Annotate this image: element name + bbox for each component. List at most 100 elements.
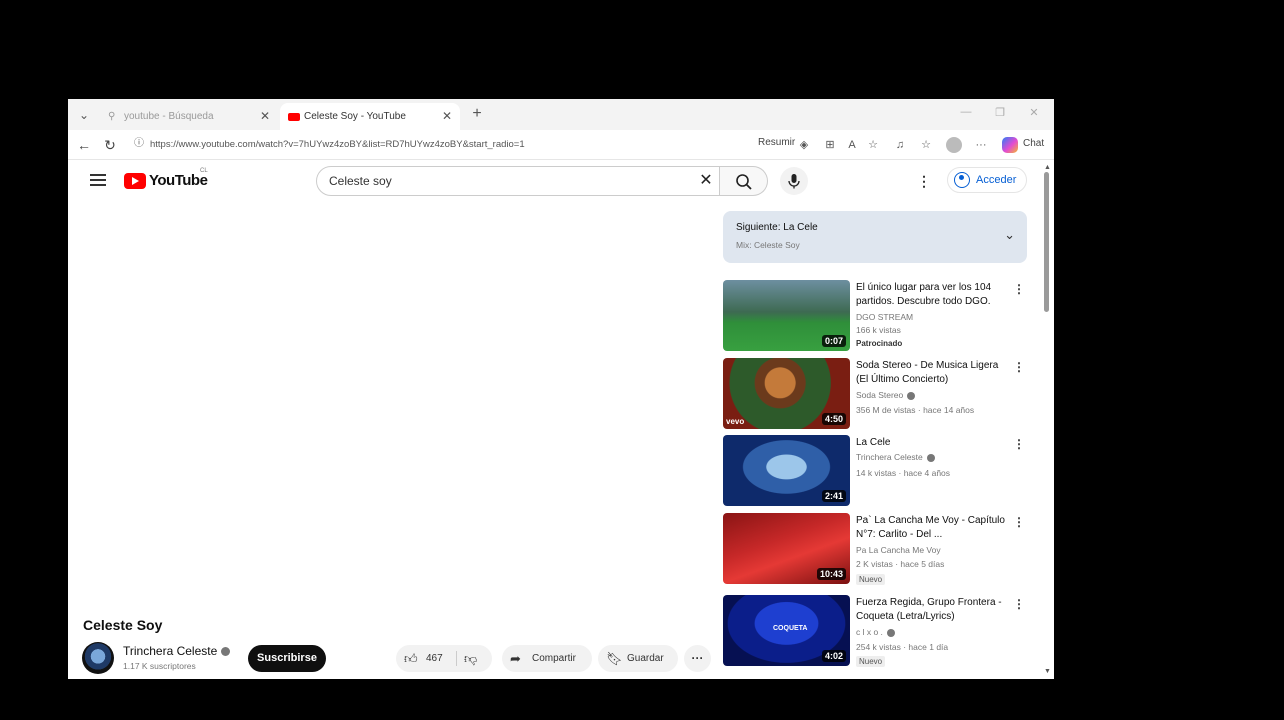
channel-name-text[interactable]: Trinchera Celeste	[856, 452, 923, 462]
close-icon[interactable]: ✕	[442, 103, 452, 130]
chat-button[interactable]: Chat	[1023, 138, 1044, 149]
window-close-icon[interactable]: ✕	[1026, 106, 1042, 119]
clear-search-icon[interactable]: ✕	[697, 172, 715, 190]
item-menu-icon[interactable]: ⋮	[1013, 515, 1025, 529]
duration-badge: 4:50	[821, 413, 846, 425]
video-thumbnail[interactable]: 10:43	[723, 513, 850, 584]
save-button[interactable]: 🔖︎ Guardar	[598, 645, 678, 672]
scroll-down-icon[interactable]: ▼	[1044, 668, 1051, 675]
share-button[interactable]: ➦ Compartir	[502, 645, 592, 672]
video-thumbnail[interactable]: 0:07	[723, 280, 850, 351]
recommendation-meta: 356 M de vistas · hace 14 años	[856, 405, 975, 415]
tab-actions-icon[interactable]: ⌄	[76, 107, 92, 123]
verified-badge-icon	[886, 628, 895, 637]
recommendation-meta: 254 k vistas · hace 1 día	[856, 642, 949, 652]
page-scrollbar[interactable]: ▲ ▼	[1040, 160, 1054, 679]
vevo-watermark: vevo	[726, 417, 745, 426]
dislike-icon[interactable]: 👎︎	[464, 645, 477, 672]
video-thumbnail[interactable]: 2:41	[723, 435, 850, 506]
recommendation-title[interactable]: La Cele	[856, 436, 1006, 450]
search-query[interactable]: Celeste soy	[329, 167, 392, 195]
back-button[interactable]: ←	[75, 136, 93, 154]
thumbnail-caption: COQUETA	[773, 625, 808, 632]
close-icon[interactable]: ✕	[260, 103, 270, 130]
voice-search-button[interactable]	[780, 167, 808, 195]
share-label: Compartir	[532, 653, 576, 664]
recommendation-meta: 2 K vistas · hace 5 días	[856, 559, 945, 569]
recommendation-meta: 166 k vistas	[856, 325, 901, 335]
tab-title: youtube - Búsqueda	[124, 111, 214, 122]
scroll-thumb[interactable]	[1044, 172, 1049, 312]
new-badge: Nuevo	[856, 574, 886, 585]
search-input[interactable]: Celeste soy ✕	[316, 166, 720, 196]
restore-icon[interactable]: ❐	[992, 106, 1008, 119]
item-menu-icon[interactable]: ⋮	[1013, 597, 1025, 611]
recommendation-item[interactable]: vevo 4:50 Soda Stereo - De Musica Ligera…	[723, 358, 1027, 430]
channel-name-text[interactable]: Soda Stereo	[856, 390, 903, 400]
extensions-icon[interactable]: ♫	[892, 137, 908, 153]
new-tab-button[interactable]: +	[468, 105, 486, 123]
recommendation-channel[interactable]: Trinchera Celeste	[856, 452, 935, 462]
up-next-title: Siguiente: La Cele	[736, 222, 818, 233]
summarize-icon[interactable]: ◈	[796, 137, 812, 153]
youtube-logo[interactable]: YouTube CL	[124, 168, 214, 191]
tab-strip: ⌄ ⚲ youtube - Búsqueda ✕ Celeste Soy - Y…	[68, 99, 1054, 130]
item-menu-icon[interactable]: ⋮	[1013, 437, 1025, 451]
duration-badge: 2:41	[821, 490, 846, 502]
channel-avatar[interactable]	[82, 642, 114, 674]
search-icon: ⚲	[108, 111, 116, 122]
sign-in-button[interactable]: Acceder	[947, 167, 1027, 193]
channel-name[interactable]: Trinchera Celeste	[123, 644, 231, 658]
channel-name-text[interactable]: Trinchera Celeste	[123, 644, 217, 658]
scroll-up-icon[interactable]: ▲	[1044, 164, 1051, 171]
recommendation-item[interactable]: 2:41 La Cele Trinchera Celeste 14 k vist…	[723, 435, 1027, 507]
recommendation-title[interactable]: Soda Stereo - De Musica Ligera (El Últim…	[856, 359, 1006, 387]
copilot-icon[interactable]	[1002, 137, 1018, 153]
recommendation-channel[interactable]: Pa La Cancha Me Voy	[856, 545, 941, 555]
recommendation-title[interactable]: Fuerza Regida, Grupo Frontera - Coqueta …	[856, 596, 1006, 624]
duration-badge: 0:07	[821, 335, 846, 347]
item-menu-icon[interactable]: ⋮	[1013, 360, 1025, 374]
recommendation-channel[interactable]: DGO STREAM	[856, 312, 913, 322]
reload-button[interactable]: ↻	[101, 136, 119, 154]
subscribe-button[interactable]: Suscribirse	[248, 645, 326, 672]
bookmark-icon: 🔖︎	[606, 651, 623, 666]
chevron-down-icon[interactable]: ⌄	[1004, 227, 1015, 243]
site-info-icon[interactable]: ⓘ	[132, 137, 146, 151]
favorite-star-icon[interactable]: ☆	[865, 137, 881, 153]
more-options-icon[interactable]: ···	[973, 137, 989, 153]
more-actions-button[interactable]: ···	[684, 645, 711, 672]
menu-icon[interactable]	[90, 171, 106, 187]
profile-avatar[interactable]	[946, 137, 962, 153]
resumir-button[interactable]: Resumir	[758, 137, 795, 148]
app-available-icon[interactable]: ⊞	[822, 137, 838, 153]
settings-kebab-icon[interactable]: ⋮	[916, 171, 932, 191]
like-icon[interactable]: 👍︎	[404, 645, 418, 672]
recommendation-title[interactable]: Pa` La Cancha Me Voy - Capítulo N°7: Car…	[856, 514, 1006, 542]
up-next-panel[interactable]: Siguiente: La Cele Mix: Celeste Soy ⌄	[723, 211, 1027, 263]
verified-badge-icon	[907, 391, 916, 400]
channel-name-text[interactable]: c l x o .	[856, 627, 883, 637]
like-dislike-group: 👍︎ 467 👎︎	[396, 645, 492, 672]
video-thumbnail[interactable]: vevo 4:50	[723, 358, 850, 429]
address-bar[interactable]: ⓘ https://www.youtube.com/watch?v=7hUYwz…	[126, 133, 746, 157]
minimize-icon[interactable]: —	[958, 106, 974, 118]
tab-youtube-search[interactable]: ⚲ youtube - Búsqueda ✕	[100, 103, 278, 130]
address-bar-row: ← ↻ ⓘ https://www.youtube.com/watch?v=7h…	[68, 130, 1054, 160]
video-thumbnail[interactable]: COQUETA 4:02	[723, 595, 850, 666]
recommendation-item[interactable]: 0:07 El único lugar para ver los 104 par…	[723, 280, 1027, 352]
search-button[interactable]	[720, 166, 768, 196]
read-aloud-icon[interactable]: A	[844, 137, 860, 153]
recommendation-item[interactable]: 10:43 Pa` La Cancha Me Voy - Capítulo N°…	[723, 513, 1027, 585]
recommendation-title[interactable]: El único lugar para ver los 104 partidos…	[856, 281, 1006, 309]
like-count[interactable]: 467	[426, 645, 443, 672]
url-text[interactable]: https://www.youtube.com/watch?v=7hUYwz4z…	[150, 133, 525, 157]
recommendation-item[interactable]: COQUETA 4:02 Fuerza Regida, Grupo Fronte…	[723, 595, 1027, 667]
favorites-icon[interactable]: ☆	[918, 137, 934, 153]
recommendation-channel[interactable]: Soda Stereo	[856, 390, 916, 400]
sign-in-label: Acceder	[976, 174, 1017, 186]
item-menu-icon[interactable]: ⋮	[1013, 282, 1025, 296]
tab-celeste-soy[interactable]: Celeste Soy - YouTube ✕	[280, 103, 460, 130]
subscriber-count: 1.17 K suscriptores	[123, 661, 196, 671]
recommendation-channel[interactable]: c l x o .	[856, 627, 895, 637]
